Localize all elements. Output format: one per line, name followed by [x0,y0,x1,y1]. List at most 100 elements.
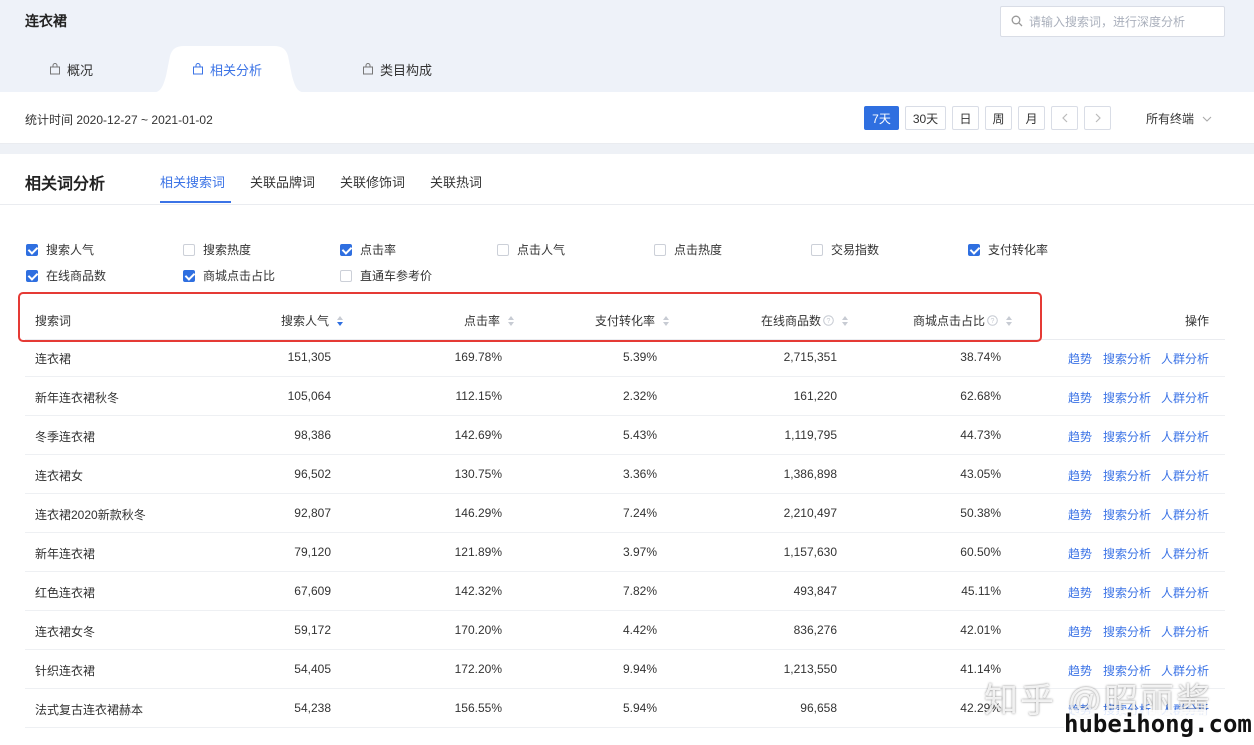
search-analysis-link[interactable]: 搜索分析 [1103,428,1151,445]
metric-checkbox[interactable]: 在线商品数 [26,267,106,284]
cell-search-popularity: 54,238 [294,701,331,715]
range-30d-button[interactable]: 30天 [905,106,946,130]
checkbox-box [26,243,38,256]
header-label: 商城点击占比 [913,314,986,328]
subtab-hot[interactable]: 关联热词 [430,172,482,191]
audience-analysis-link[interactable]: 人群分析 [1161,584,1209,601]
cell-online-items: 1,157,630 [783,545,837,559]
header-label: 搜索词 [35,314,72,328]
trend-link[interactable]: 趋势 [1068,623,1092,640]
table-row: 新年连衣裙 79,120 121.89% 3.97% 1,157,630 60.50% 趋势… [25,533,1225,572]
cell-mall-click-share: 43.05% [960,467,1001,481]
audience-analysis-link[interactable]: 人群分析 [1161,623,1209,640]
section-divider [0,144,1254,154]
search-analysis-link[interactable]: 搜索分析 [1103,662,1151,679]
trend-link[interactable]: 趋势 [1068,584,1092,601]
metric-checkbox[interactable]: 直通车参考价 [340,267,432,284]
trend-link[interactable]: 趋势 [1068,467,1092,484]
metric-checkbox[interactable]: 搜索热度 [183,241,251,258]
search-analysis-link[interactable]: 搜索分析 [1103,584,1151,601]
metric-checkbox[interactable]: 支付转化率 [968,241,1048,258]
cell-search-popularity: 79,120 [294,545,331,559]
audience-analysis-link[interactable]: 人群分析 [1161,701,1209,718]
sort-icon [508,315,515,326]
audience-analysis-link[interactable]: 人群分析 [1161,467,1209,484]
cell-online-items: 161,220 [793,389,837,403]
metric-checkbox[interactable]: 商城点击占比 [183,267,275,284]
cell-online-items: 2,715,351 [783,350,837,364]
metric-checkbox[interactable]: 点击热度 [654,241,722,258]
metric-checkbox[interactable]: 搜索人气 [26,241,94,258]
cell-keyword: 新年连衣裙 [35,547,96,561]
trend-link[interactable]: 趋势 [1068,506,1092,523]
metric-checkbox[interactable]: 交易指数 [811,241,879,258]
metric-checkbox[interactable]: 点击率 [340,241,396,258]
tab-overview[interactable]: 概况 [49,46,93,92]
trend-link[interactable]: 趋势 [1068,662,1092,679]
terminal-label: 所有终端 [1146,112,1195,126]
audience-analysis-link[interactable]: 人群分析 [1161,662,1209,679]
search-analysis-link[interactable]: 搜索分析 [1103,350,1151,367]
search-analysis-link[interactable]: 搜索分析 [1103,389,1151,406]
search-analysis-link[interactable]: 搜索分析 [1103,701,1151,718]
subtab-related-search[interactable]: 相关搜索词 [160,172,225,191]
range-7d-button[interactable]: 7天 [864,106,899,130]
next-period-button[interactable] [1084,106,1111,130]
audience-analysis-link[interactable]: 人群分析 [1161,506,1209,523]
trend-link[interactable]: 趋势 [1068,428,1092,445]
cell-search-popularity: 54,405 [294,662,331,676]
cell-search-popularity: 59,172 [294,623,331,637]
cell-conversion: 7.82% [622,584,657,598]
sort-icon [663,315,670,326]
terminal-select[interactable]: 所有终端 [1146,110,1212,127]
metric-label: 商城点击占比 [203,269,276,283]
checkbox-box [497,243,509,256]
header-online-items[interactable]: 在线商品数 ? [761,312,849,329]
cell-search-popularity: 98,386 [294,428,331,442]
metric-checkbox[interactable]: 点击人气 [497,241,565,258]
cell-search-popularity: 105,064 [287,389,331,403]
search-input[interactable] [1029,11,1219,33]
table-row: 红色连衣裙 67,609 142.32% 7.82% 493,847 45.11% 趋势 搜索… [25,572,1225,611]
chevron-right-icon [1095,113,1101,123]
header-conversion[interactable]: 支付转化率 [595,312,670,329]
cell-search-popularity: 92,807 [294,506,331,520]
range-month-button[interactable]: 月 [1018,106,1045,130]
trend-link[interactable]: 趋势 [1068,389,1092,406]
metric-label: 搜索人气 [46,243,95,257]
audience-analysis-link[interactable]: 人群分析 [1161,350,1209,367]
cell-search-popularity: 151,305 [287,350,331,364]
checkbox-box [811,243,823,256]
prev-period-button[interactable] [1051,106,1078,130]
audience-analysis-link[interactable]: 人群分析 [1161,389,1209,406]
search-analysis-link[interactable]: 搜索分析 [1103,623,1151,640]
header-search-popularity[interactable]: 搜索人气 [281,312,344,329]
header-label: 搜索人气 [281,314,330,328]
subtab-brand[interactable]: 关联品牌词 [250,172,315,191]
trend-link[interactable]: 趋势 [1068,545,1092,562]
section-header: 相关词分析 相关搜索词 关联品牌词 关联修饰词 关联热词 [0,154,1254,205]
tab-related-analysis[interactable]: 相关分析 [192,46,262,92]
trend-link[interactable]: 趋势 [1068,350,1092,367]
header-label: 支付转化率 [595,314,656,328]
header-mall-click-share[interactable]: 商城点击占比 ? [913,312,1013,329]
search-analysis-link[interactable]: 搜索分析 [1103,545,1151,562]
search-analysis-link[interactable]: 搜索分析 [1103,506,1151,523]
header-ctr[interactable]: 点击率 [464,312,515,329]
trend-link[interactable]: 趋势 [1068,701,1092,718]
cell-conversion: 5.39% [622,350,657,364]
subtab-modifier[interactable]: 关联修饰词 [340,172,405,191]
tab-category[interactable]: 类目构成 [362,46,432,92]
cell-online-items: 1,119,795 [784,428,838,442]
cell-online-items: 836,276 [793,623,837,637]
search-box[interactable] [1000,6,1225,37]
audience-analysis-link[interactable]: 人群分析 [1161,545,1209,562]
cell-mall-click-share: 38.74% [960,350,1001,364]
cell-mall-click-share: 42.29% [960,701,1001,715]
range-day-button[interactable]: 日 [952,106,979,130]
search-analysis-link[interactable]: 搜索分析 [1103,467,1151,484]
metric-label: 交易指数 [831,243,880,257]
audience-analysis-link[interactable]: 人群分析 [1161,428,1209,445]
cell-keyword: 连衣裙 [35,352,72,366]
range-week-button[interactable]: 周 [985,106,1012,130]
